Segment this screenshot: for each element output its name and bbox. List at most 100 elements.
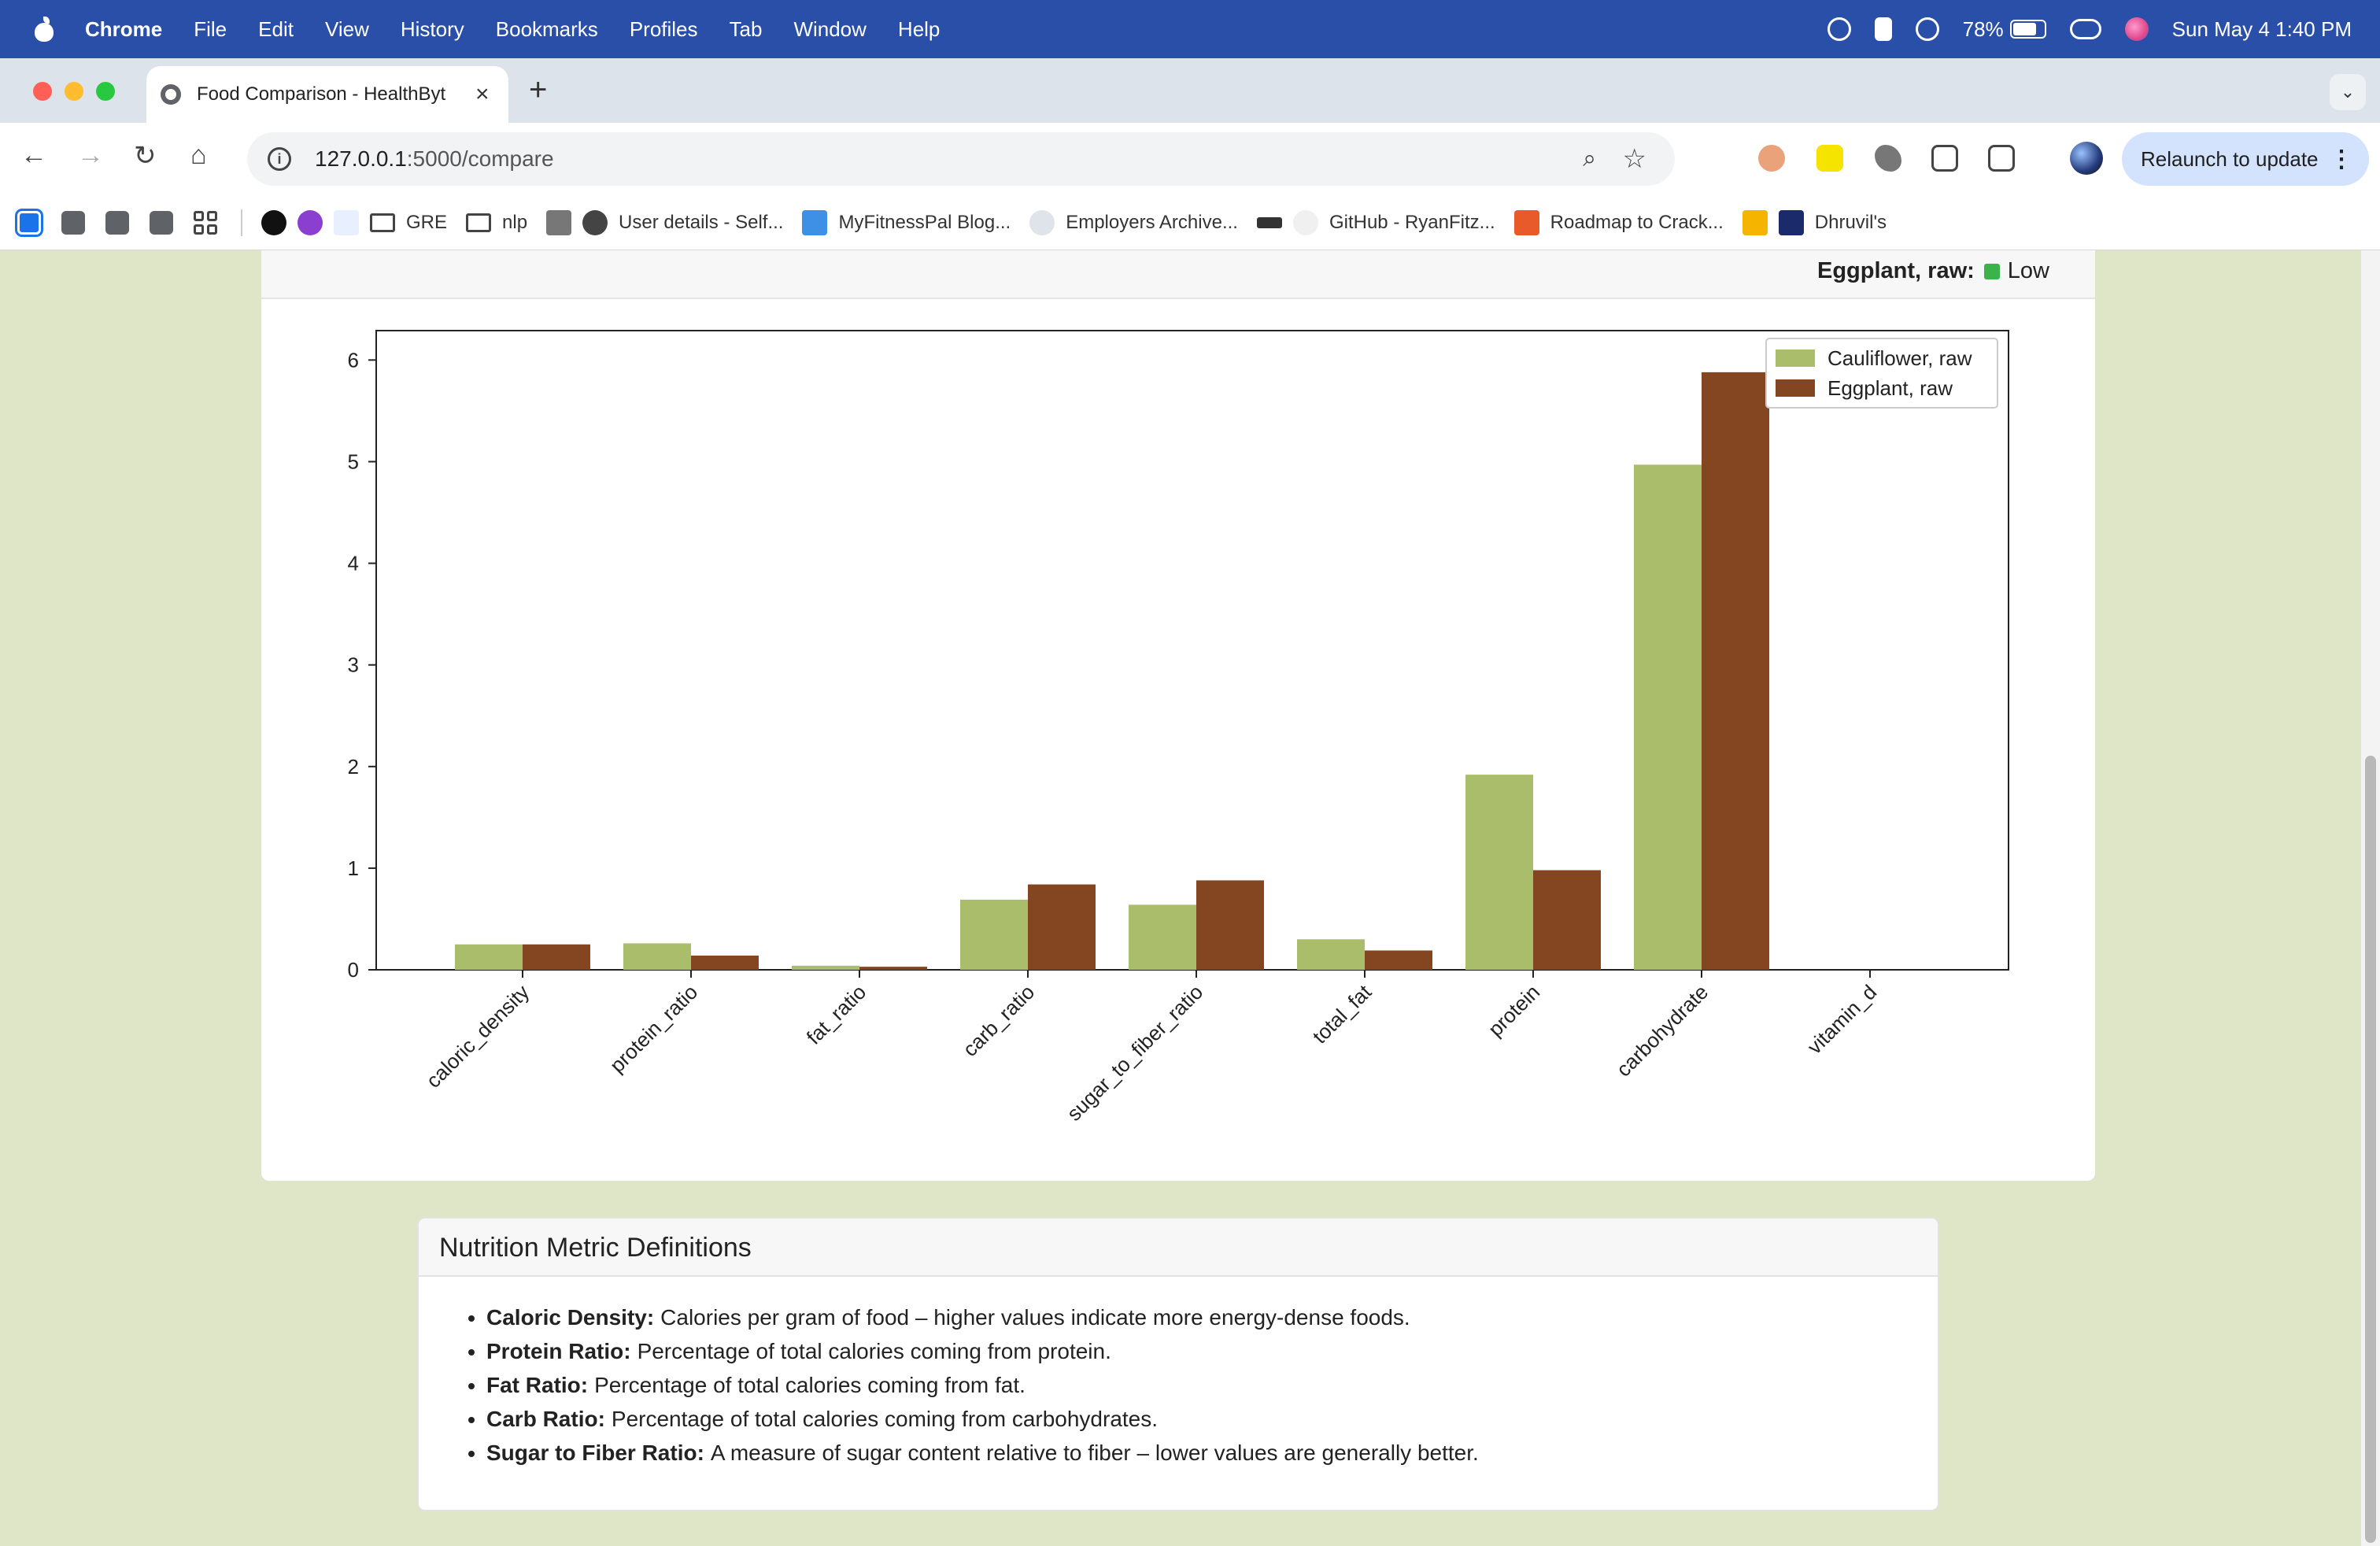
- url-path: :5000/compare: [406, 146, 554, 171]
- new-tab-button[interactable]: +: [529, 72, 547, 108]
- tab-close-button[interactable]: ×: [475, 81, 490, 108]
- reload-icon[interactable]: ↻: [134, 140, 157, 172]
- cast-tab-icon[interactable]: [1931, 145, 1958, 172]
- bookmark-label: GitHub - RyanFitz...: [1329, 211, 1495, 233]
- bookmark-myfitnesspal[interactable]: MyFitnessPal Blog...: [802, 209, 1011, 235]
- legend-label: Cauliflower, raw: [1828, 346, 1972, 370]
- tab-group-icon[interactable]: [61, 210, 85, 235]
- night-shift-icon[interactable]: [1827, 17, 1851, 41]
- bookmark-github[interactable]: GitHub - RyanFitz...: [1292, 209, 1495, 235]
- folder-icon: [370, 213, 395, 232]
- definition-term: Carb Ratio:: [486, 1407, 605, 1431]
- definition-term: Caloric Density:: [486, 1305, 655, 1330]
- definitions-title: Nutrition Metric Definitions: [419, 1219, 1938, 1277]
- menu-bookmarks[interactable]: Bookmarks: [496, 17, 598, 42]
- roadmap-icon: [1513, 209, 1539, 235]
- profile-avatar[interactable]: [2070, 142, 2103, 175]
- mouse-icon[interactable]: [1874, 17, 1892, 41]
- url-host: 127.0.0.1: [315, 146, 407, 171]
- y-tick-label: 6: [348, 348, 359, 372]
- tab-group-icon[interactable]: [150, 210, 173, 235]
- menu-edit[interactable]: Edit: [258, 17, 294, 42]
- bookmark-gre[interactable]: GRE: [370, 212, 447, 234]
- zoom-window-button[interactable]: [96, 82, 115, 101]
- bookmark-user-details[interactable]: User details - Self...: [582, 209, 784, 235]
- control-center-icon[interactable]: [2069, 19, 2101, 39]
- forward-arrow-icon[interactable]: →: [77, 140, 104, 171]
- menu-history[interactable]: History: [401, 17, 464, 42]
- back-arrow-icon[interactable]: ←: [20, 140, 47, 171]
- bookmark-label: User details - Self...: [619, 211, 784, 233]
- definitions-card: Nutrition Metric Definitions Caloric Den…: [417, 1217, 1939, 1511]
- bar-cauliflower: [1465, 775, 1533, 970]
- bar-eggplant: [523, 944, 590, 970]
- tab-search-chevron-icon[interactable]: ⌄: [2330, 74, 2366, 110]
- globe-icon: [582, 209, 608, 235]
- menu-help[interactable]: Help: [898, 17, 940, 42]
- menu-datetime[interactable]: Sun May 4 1:40 PM: [2172, 17, 2352, 42]
- x-tick-label: total_fat: [1308, 979, 1377, 1048]
- apple-menu-icon[interactable]: [33, 17, 55, 42]
- bookmark-label: Employers Archive...: [1066, 211, 1238, 233]
- definition-item: Caloric Density:Calories per gram of foo…: [486, 1300, 1938, 1334]
- legend-swatch: [1776, 350, 1815, 367]
- extension-asterisk-icon[interactable]: [1816, 145, 1843, 172]
- u-site-icon[interactable]: [298, 209, 323, 235]
- extension-face-icon[interactable]: [1758, 145, 1785, 172]
- tab-food-comparison[interactable]: Food Comparison - HealthByt ×: [146, 66, 508, 123]
- bookmark-nlp[interactable]: nlp: [466, 212, 527, 234]
- menu-window[interactable]: Window: [793, 17, 866, 42]
- bookmark-label: Dhruvil's: [1814, 211, 1887, 233]
- tab-group-icon[interactable]: [17, 210, 41, 235]
- more-menu-icon[interactable]: ⋮: [2330, 146, 2353, 173]
- y-tick-label: 0: [348, 958, 359, 982]
- myfitnesspal-icon: [802, 209, 828, 235]
- close-window-button[interactable]: [33, 82, 52, 101]
- battery-status[interactable]: 78%: [1963, 17, 2046, 42]
- apps-grid-icon[interactable]: [194, 210, 217, 235]
- bookmark-employers-archive[interactable]: Employers Archive...: [1029, 209, 1238, 235]
- minimize-window-button[interactable]: [65, 82, 83, 101]
- menu-tab[interactable]: Tab: [730, 17, 763, 42]
- menu-profiles[interactable]: Profiles: [630, 17, 698, 42]
- menu-app-name[interactable]: Chrome: [85, 17, 162, 42]
- bookmark-star-icon[interactable]: ☆: [1623, 143, 1646, 175]
- bookmark-roadmap[interactable]: Roadmap to Crack...: [1513, 209, 1724, 235]
- bookmarks-bar: GRE nlp User details - Self... MyFitness…: [0, 195, 2380, 250]
- menu-view[interactable]: View: [325, 17, 369, 42]
- home-icon[interactable]: ⌂: [190, 140, 207, 171]
- sk-site-icon[interactable]: [261, 209, 286, 235]
- bar-cauliflower: [960, 899, 1028, 970]
- battery-percent: 78%: [1962, 17, 2004, 41]
- fa-site-icon: [1029, 209, 1055, 235]
- extensions-menu-icon[interactable]: [1988, 145, 2015, 172]
- site-logo-icon[interactable]: [334, 209, 359, 235]
- definition-item: Sugar to Fiber Ratio:A measure of sugar …: [486, 1436, 1938, 1470]
- dj-site-icon: [1778, 209, 1804, 235]
- y-tick-label: 3: [348, 653, 359, 677]
- siri-icon[interactable]: [2124, 17, 2149, 41]
- site-info-icon[interactable]: i: [268, 147, 291, 171]
- legend-swatch: [1776, 379, 1815, 397]
- bar-eggplant: [1702, 372, 1769, 970]
- site-logo-icon[interactable]: [1256, 216, 1282, 228]
- definitions-list: Caloric Density:Calories per gram of foo…: [419, 1277, 1938, 1470]
- menu-file[interactable]: File: [194, 17, 227, 42]
- speed-icon[interactable]: [1915, 17, 1939, 41]
- bar-eggplant: [691, 955, 759, 970]
- address-bar[interactable]: i 127.0.0.1:5000/compare ⌕ ☆: [247, 132, 1675, 186]
- zoom-magnifier-icon[interactable]: ⌕: [1583, 146, 1596, 172]
- bookmark-dhruvil[interactable]: Dhruvil's: [1778, 209, 1887, 235]
- y-tick-label: 1: [348, 856, 359, 880]
- globe-icon: [161, 84, 181, 105]
- bar-eggplant: [1196, 880, 1264, 970]
- bar-cauliflower: [623, 943, 691, 970]
- comparison-chart-card: Eggplant, raw: Low 0 1 2 3 4 5 6 caloric_densit…: [261, 250, 2095, 1181]
- w-site-icon[interactable]: [1742, 209, 1768, 235]
- definition-term: Protein Ratio:: [486, 1339, 631, 1363]
- scrollbar-thumb[interactable]: [2365, 756, 2376, 1543]
- x-tick-label: protein: [1484, 980, 1544, 1041]
- relaunch-to-update-button[interactable]: Relaunch to update ⋮: [2122, 132, 2369, 186]
- tab-group-icon[interactable]: [105, 210, 129, 235]
- person-site-icon[interactable]: [546, 209, 572, 235]
